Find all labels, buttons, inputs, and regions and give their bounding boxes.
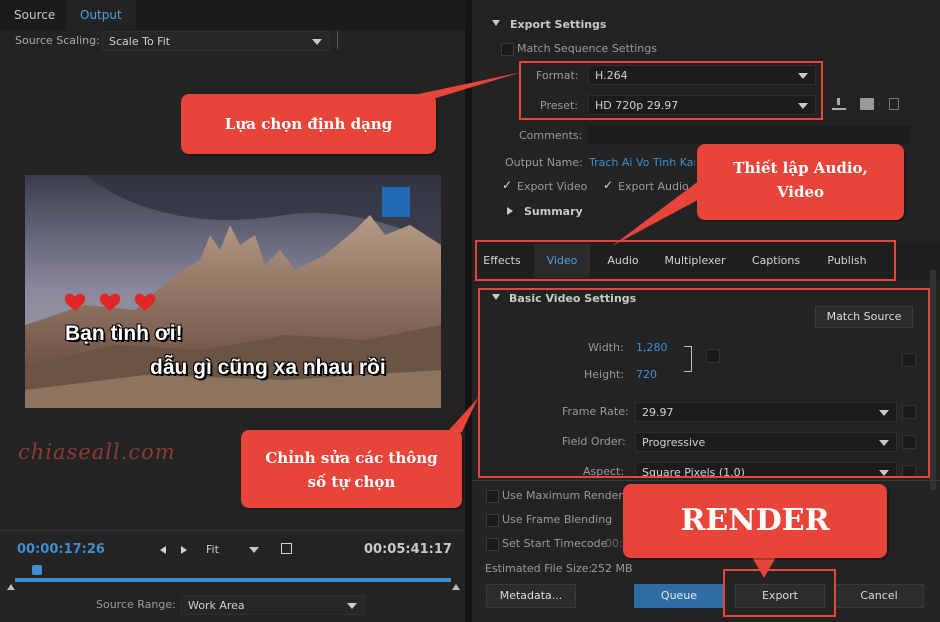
format-callout: Lựa chọn định dạng xyxy=(181,94,436,154)
audio-video-callout: Thiết lập Audio, Video xyxy=(697,144,904,220)
params-callout: Chỉnh sửa các thông số tự chọn xyxy=(241,430,462,508)
render-callout: RENDER xyxy=(623,484,887,558)
